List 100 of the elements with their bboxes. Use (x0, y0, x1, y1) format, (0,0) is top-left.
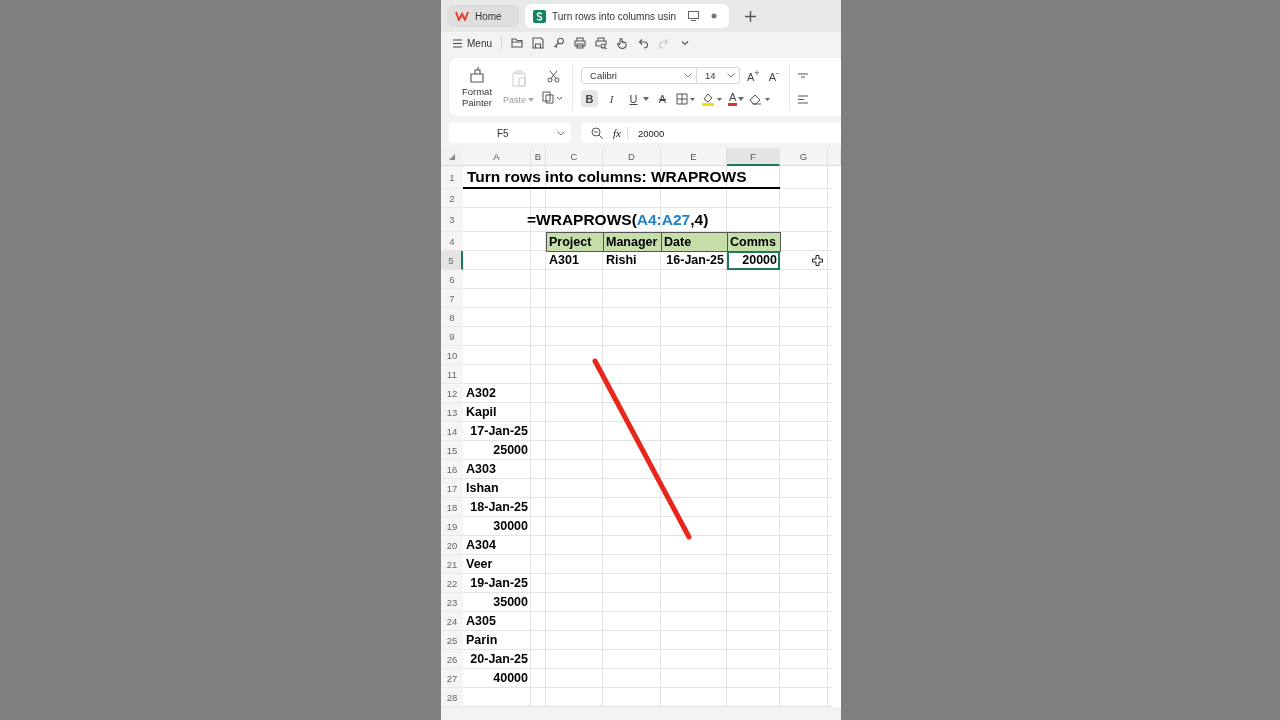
row-header[interactable]: 17 (441, 479, 463, 498)
column-header[interactable]: F (727, 148, 780, 166)
table-cell-text: 40000 (492, 670, 529, 687)
sheet-title: Turn rows into columns: WRAPROWS (463, 166, 780, 189)
borders-icon[interactable] (676, 92, 696, 105)
row-header[interactable]: 2 (441, 189, 463, 208)
row-header[interactable]: 14 (441, 422, 463, 441)
bold-button[interactable]: B (581, 90, 598, 107)
format-painter-button[interactable]: Format Painter (459, 66, 495, 108)
column-header[interactable]: E (661, 148, 727, 166)
hand-icon[interactable] (616, 37, 628, 49)
tab[interactable]: Home (447, 5, 519, 27)
table-cell-text: Parin (465, 632, 499, 649)
row-header[interactable]: 16 (441, 460, 463, 479)
row-header[interactable]: 27 (441, 669, 463, 688)
row-header[interactable]: 1 (441, 166, 463, 189)
name-box[interactable]: F5 (449, 123, 571, 143)
row-header[interactable]: 24 (441, 612, 463, 631)
zoom-icon[interactable] (591, 127, 603, 139)
column-header[interactable]: C (546, 148, 603, 166)
row-header[interactable]: 11 (441, 365, 463, 384)
function-label[interactable]: fx (613, 127, 628, 139)
formula-field[interactable]: fx 20000 (581, 123, 841, 143)
column-header[interactable]: D (603, 148, 661, 166)
caret-icon[interactable] (643, 96, 649, 101)
row-header[interactable]: 5 (441, 251, 463, 270)
table-cell-text: 35000 (492, 594, 529, 611)
table-cell[interactable]: Rishi (603, 251, 661, 270)
row-header[interactable]: 12 (441, 384, 463, 403)
column-header[interactable]: B (531, 148, 546, 166)
selected-cell[interactable]: 20000 (727, 251, 780, 270)
undo-icon[interactable] (637, 37, 649, 49)
table-cell-text: 25000 (492, 442, 529, 459)
print-icon[interactable] (574, 37, 586, 49)
cell-cursor-icon (812, 255, 823, 266)
table-header-cell: Manager (603, 232, 662, 252)
table-cell-text: 18-Jan-25 (469, 499, 529, 516)
row-header[interactable]: 23 (441, 593, 463, 612)
font-size-dropdown[interactable]: 14 (696, 67, 740, 84)
row-header[interactable]: 15 (441, 441, 463, 460)
row-header[interactable]: 8 (441, 308, 463, 327)
caret-icon[interactable] (738, 96, 745, 101)
copy-icon[interactable] (542, 91, 564, 104)
table-cell[interactable]: 16-Jan-25 (661, 251, 727, 270)
table-header-cell: Project (546, 232, 604, 252)
paint-brush-icon (469, 66, 485, 83)
table-header-cell: Date (661, 232, 728, 252)
folder-icon[interactable] (511, 37, 523, 49)
monitor-icon[interactable] (688, 11, 700, 21)
chevron-down-icon (727, 73, 735, 78)
sheet-logo-icon (533, 9, 546, 23)
grow-font-button[interactable]: A$^{+}$ (745, 68, 762, 83)
formula-text: =WRAPROWS(A4:A27,4) (527, 210, 710, 230)
column-header[interactable]: G (780, 148, 828, 166)
row-header[interactable]: 22 (441, 574, 463, 593)
fill-color-icon[interactable] (701, 91, 723, 106)
strike-button[interactable]: A (654, 90, 671, 107)
font-color-button[interactable]: A (728, 91, 738, 106)
font-family-dropdown[interactable]: Calibri (581, 67, 697, 84)
row-header[interactable]: 3 (441, 208, 463, 232)
italic-button[interactable]: I (603, 90, 620, 107)
row-header[interactable]: 6 (441, 270, 463, 289)
row-header[interactable]: 7 (441, 289, 463, 308)
table-cell-text: Ishan (465, 480, 500, 497)
table-cell-text: A302 (465, 385, 497, 402)
save-icon[interactable] (532, 37, 544, 49)
row-header[interactable]: 9 (441, 327, 463, 346)
row-header[interactable]: 28 (441, 688, 463, 707)
w-logo-icon (455, 11, 469, 21)
chevron-down-icon (557, 130, 565, 136)
eraser-icon[interactable] (749, 92, 772, 105)
row-header[interactable]: 19 (441, 517, 463, 536)
print-preview-icon[interactable] (595, 37, 607, 49)
caret-icon (528, 97, 534, 102)
key-icon[interactable] (553, 37, 565, 49)
row-header[interactable]: 26 (441, 650, 463, 669)
row-header[interactable]: 25 (441, 631, 463, 650)
table-cell-text: Veer (465, 556, 494, 573)
row-header[interactable]: 18 (441, 498, 463, 517)
formula-value: 20000 (637, 127, 665, 139)
new-tab-icon[interactable] (745, 10, 757, 22)
row-header[interactable]: 20 (441, 536, 463, 555)
table-cell-text: A305 (465, 613, 497, 630)
select-all-button[interactable] (441, 148, 463, 166)
row-header[interactable]: 10 (441, 346, 463, 365)
align-left-icon[interactable] (798, 94, 809, 104)
table-cell-text: 20-Jan-25 (469, 651, 529, 668)
row-header[interactable]: 21 (441, 555, 463, 574)
shrink-font-button[interactable]: A$^{-}$ (766, 68, 782, 83)
table-cell-text: 19-Jan-25 (469, 575, 529, 592)
table-cell[interactable]: A301 (546, 251, 603, 270)
row-header[interactable]: 4 (441, 232, 463, 251)
table-cell-text: A304 (465, 537, 497, 554)
tab[interactable]: Turn rows into columns usin (525, 4, 730, 28)
menu-button[interactable]: Menu (453, 37, 492, 49)
chevron-down-icon (684, 73, 692, 78)
column-header[interactable]: A (463, 148, 531, 166)
scissors-icon[interactable] (546, 70, 560, 83)
underline-button[interactable]: U (625, 90, 642, 107)
row-header[interactable]: 13 (441, 403, 463, 422)
